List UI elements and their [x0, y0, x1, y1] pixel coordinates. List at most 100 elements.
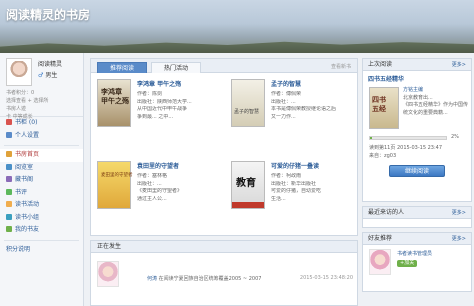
- book-meta-line: 又一力作...: [271, 113, 296, 120]
- activity-time: 2015-03-15 23:48:20: [299, 275, 353, 281]
- profile-level: 选择查看 + 选择所: [6, 98, 49, 104]
- sidebar: 阅读精灵 ♂ 男生 书者积分：0 选择查看 + 选择所 书房人迹 卡 中等成长 …: [0, 53, 84, 306]
- tab-hot-activities[interactable]: 热门活动: [151, 62, 201, 73]
- reading-progress-bar: [369, 136, 447, 140]
- book-meta-line: 作者：柯政雨: [271, 173, 302, 179]
- sidebar-item-friends[interactable]: 我的书友: [0, 224, 83, 237]
- book-cover[interactable]: 李鸿章 甲午之殇: [97, 79, 131, 127]
- friend-name[interactable]: 书者读书管理员: [397, 251, 432, 258]
- gear-icon: [6, 131, 12, 138]
- recommended-panel: 推荐阅读 热门活动 查看新书 李鸿章 甲午之殇 李鸿章 甲午之殇 作者：陈剑 出…: [90, 58, 358, 236]
- book-meta-line: 出版社：新华出版社: [271, 180, 317, 187]
- sidebar-item-activities[interactable]: 读书活动: [0, 199, 83, 212]
- last-read-publisher: 北京教育出...: [403, 94, 433, 101]
- reading-icon: [6, 163, 12, 170]
- cover-title: 麦田里的守望者: [101, 173, 133, 178]
- recent-visitors-panel: 最近来访的人 更多>: [362, 206, 472, 228]
- cover-title: 李鸿章 甲午之殇: [101, 88, 129, 105]
- book-meta: 作者：柯政雨 出版社：新华出版社 可爱的仔猪，自幼爱吃 生活...: [271, 173, 353, 203]
- review-icon: [6, 188, 12, 195]
- sidebar-item-label: 阅览室: [15, 163, 34, 171]
- sidebar-item-points-help[interactable]: 积分说明: [0, 244, 83, 257]
- cover-title: 四书 五经: [372, 96, 386, 113]
- tab-bar: 推荐阅读 热门活动 查看新书: [91, 59, 357, 73]
- happening-header: 正在发生: [91, 241, 357, 253]
- book-title[interactable]: 李鸿章 甲午之殇: [137, 79, 181, 88]
- reading-status-source: 来自：zg03: [369, 152, 397, 159]
- book-meta-line: 本书是傅佩荣教授继论语之后: [271, 106, 337, 112]
- sidebar-item-bookcase[interactable]: 书柜 (0): [0, 117, 83, 130]
- group-icon: [6, 213, 12, 220]
- sidebar-item-reading-room[interactable]: 阅览室: [0, 162, 83, 175]
- gender-label: 男生: [45, 72, 58, 79]
- divider: [4, 145, 79, 146]
- sidebar-item-library[interactable]: 藏书阁: [0, 174, 83, 187]
- profile-level2: 书房人迹: [6, 106, 27, 112]
- reading-status-line: 读到第11页 2015-03-15 23:47: [369, 145, 443, 151]
- home-icon: [6, 151, 12, 157]
- avatar-image: [9, 61, 29, 83]
- activity-avatar[interactable]: [97, 261, 119, 287]
- book-card[interactable]: 孟子的智慧 孟子的智慧 作者：傅佩荣 出版社：... 本书是傅佩荣教授继论语之后…: [225, 77, 355, 153]
- book-card[interactable]: 李鸿章 甲午之殇 李鸿章 甲午之殇 作者：陈剑 出版社：陕西师范大学... 从中…: [91, 77, 221, 153]
- book-cover[interactable]: 教育: [231, 161, 265, 209]
- recent-visitors-header: 最近来访的人 更多>: [363, 207, 471, 219]
- sidebar-item-label: 书房首页: [15, 151, 40, 158]
- last-read-cover[interactable]: 四书 五经: [369, 87, 399, 129]
- bookcase-icon: [6, 119, 12, 125]
- book-title[interactable]: 袁田里的守望者: [137, 161, 179, 170]
- panel-title: 上次阅读: [368, 61, 393, 68]
- cover-title: 孟子的智慧: [234, 109, 260, 115]
- activity-icon: [6, 201, 12, 207]
- sidebar-item-settings[interactable]: 个人设置: [0, 130, 83, 143]
- happening-panel: 正在发生 何涛 在阅读宁夏回族自治区统筹覆盖2005 ~ 2007 2015-0…: [90, 240, 358, 306]
- avatar[interactable]: [6, 58, 32, 86]
- friend-avatar[interactable]: [369, 249, 391, 275]
- profile-card: 阅读精灵 ♂ 男生 书者积分：0 选择查看 + 选择所 书房人迹 卡 中等成长: [0, 53, 83, 120]
- activity-desc: 在阅读宁夏回族自治区统筹覆盖2005 ~ 2007: [158, 276, 262, 282]
- book-meta: 作者：塞林格 出版社：... 《麦田里的守望者》 通过主人公...: [137, 173, 219, 203]
- reading-status: 读到第11页 2015-03-15 23:47 来自：zg03: [369, 145, 442, 160]
- last-read-more-link[interactable]: 更多>: [452, 59, 466, 71]
- tab-recommended[interactable]: 推荐阅读: [97, 62, 147, 73]
- last-read-book-title[interactable]: 四书五经精华: [368, 74, 404, 83]
- book-meta-line: 从中国近代中甲午战争: [137, 106, 188, 112]
- book-card[interactable]: 教育 可爱的仔猪一叠读 作者：柯政雨 出版社：新华出版社 可爱的仔猪，自幼爱吃 …: [225, 159, 355, 235]
- book-title[interactable]: 可爱的仔猪一叠读: [271, 161, 319, 170]
- more-books-link[interactable]: 查看新书: [331, 63, 351, 70]
- book-cover[interactable]: 孟子的智慧: [231, 79, 265, 127]
- site-banner: 阅读精灵的书房: [0, 0, 474, 53]
- reading-progress-label: 2%: [451, 134, 459, 140]
- last-read-header: 上次阅读 更多>: [363, 59, 471, 71]
- book-meta-line: 可爱的仔猪，自幼爱吃: [271, 188, 322, 194]
- friends-icon: [6, 226, 12, 232]
- friends-more-link[interactable]: 更多>: [452, 233, 466, 245]
- book-meta-line: 出版社：...: [137, 180, 162, 187]
- last-read-author: 方铭主编: [403, 87, 424, 93]
- activity-user[interactable]: 何涛: [147, 276, 157, 282]
- friend-recommend-panel: 好友推荐 更多> 书者读书管理员 +加关: [362, 232, 472, 292]
- book-meta-line: 作者：塞林格: [137, 173, 168, 179]
- banner-landscape: [0, 41, 474, 53]
- continue-reading-button[interactable]: 继续阅读: [389, 165, 445, 177]
- sidebar-item-label: 我的书友: [15, 226, 40, 233]
- cover-stripe: [232, 202, 264, 208]
- book-meta-line: 通过主人公...: [137, 195, 167, 202]
- sidebar-item-label: 积分说明: [6, 245, 31, 253]
- sidebar-item-label: 书评: [15, 188, 28, 196]
- sidebar-item-reviews[interactable]: 书评: [0, 187, 83, 200]
- profile-name[interactable]: 阅读精灵: [38, 59, 62, 68]
- book-meta-line: 出版社：...: [271, 98, 296, 105]
- visitors-more-link[interactable]: 更多>: [452, 207, 466, 219]
- book-cover[interactable]: 麦田里的守望者: [97, 161, 133, 209]
- sidebar-item-home[interactable]: 书房首页: [0, 149, 83, 162]
- add-friend-button[interactable]: +加关: [397, 260, 418, 267]
- book-card[interactable]: 麦田里的守望者 袁田里的守望者 作者：塞林格 出版社：... 《麦田里的守望者》…: [91, 159, 221, 235]
- book-title[interactable]: 孟子的智慧: [271, 79, 301, 88]
- activity-row: 何涛 在阅读宁夏回族自治区统筹覆盖2005 ~ 2007 2015-03-15 …: [97, 261, 353, 291]
- sidebar-item-groups[interactable]: 读书小组: [0, 212, 83, 225]
- book-meta-line: 作者：陈剑: [137, 91, 163, 97]
- book-meta-line: 出版社：陕西师范大学...: [137, 98, 192, 105]
- site-title: 阅读精灵的书房: [6, 8, 91, 22]
- book-meta: 作者：傅佩荣 出版社：... 本书是傅佩荣教授继论语之后 又一力作...: [271, 91, 353, 121]
